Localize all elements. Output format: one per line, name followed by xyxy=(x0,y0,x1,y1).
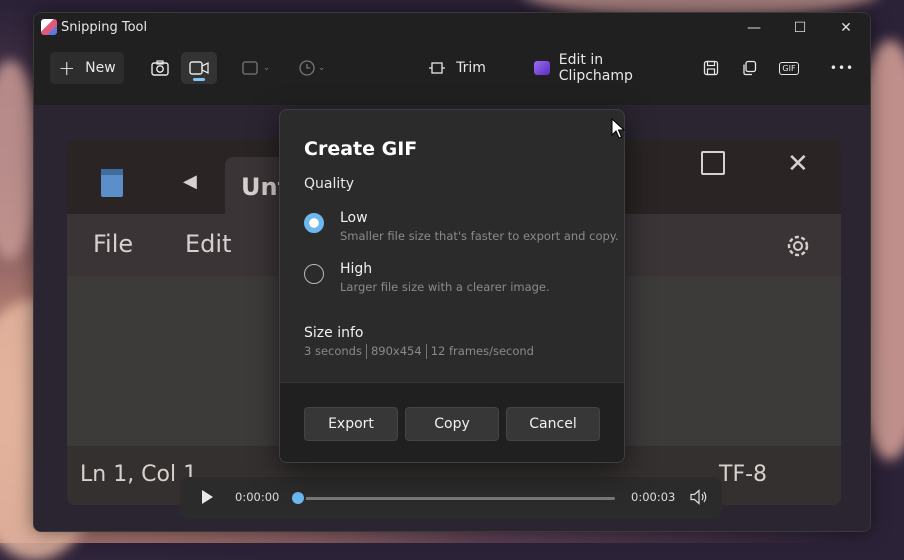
save-icon xyxy=(703,60,719,76)
video-camera-icon xyxy=(189,61,209,75)
notepad-maximize-icon xyxy=(701,151,725,175)
chevron-down-icon: ⌄ xyxy=(317,63,326,73)
trim-button[interactable]: Trim xyxy=(417,52,497,84)
clipchamp-icon xyxy=(534,61,550,75)
video-player-bar: 0:00:00 0:00:03 xyxy=(180,477,722,519)
close-button[interactable]: ✕ xyxy=(823,13,869,43)
cancel-button[interactable]: Cancel xyxy=(506,407,600,441)
video-mode-button[interactable] xyxy=(181,52,217,84)
dialog-footer: Export Copy Cancel xyxy=(280,382,624,462)
mouse-pointer-icon xyxy=(611,117,626,144)
title-bar: Snipping Tool — ☐ ✕ xyxy=(34,13,870,45)
toolbar: + New ⌄ ⌄ Trim Edit in Clipchamp GIF ••• xyxy=(34,45,870,91)
quality-high-label[interactable]: High xyxy=(340,261,372,277)
play-icon[interactable] xyxy=(200,489,214,509)
seek-track[interactable] xyxy=(298,497,615,500)
create-gif-button[interactable]: GIF xyxy=(772,52,806,84)
size-info-duration: 3 seconds xyxy=(304,344,362,358)
snip-shape-dropdown[interactable]: ⌄ xyxy=(236,52,276,84)
size-info-dimensions: 890x454 xyxy=(370,344,422,358)
copy-icon xyxy=(743,60,757,76)
size-info-details: 3 seconds 890x454 12 frames/second xyxy=(304,344,534,359)
quality-high-description: Larger file size with a clearer image. xyxy=(340,280,550,294)
trim-label: Trim xyxy=(456,60,486,76)
trim-icon xyxy=(429,62,446,74)
more-options-button[interactable]: ••• xyxy=(824,52,860,84)
quality-label: Quality xyxy=(304,176,355,192)
notepad-menu-edit: Edit xyxy=(185,230,232,258)
screenshot-mode-button[interactable] xyxy=(142,52,178,84)
seek-thumb[interactable] xyxy=(292,492,304,504)
current-time: 0:00:00 xyxy=(235,490,280,504)
create-gif-dialog: Create GIF Quality Low Smaller file size… xyxy=(279,109,625,463)
quality-low-radio[interactable] xyxy=(304,213,324,233)
new-button[interactable]: + New xyxy=(50,52,124,84)
total-time: 0:00:03 xyxy=(631,490,676,504)
new-button-label: New xyxy=(85,60,116,76)
window-title: Snipping Tool xyxy=(61,20,148,35)
rectangle-snip-icon xyxy=(242,61,258,75)
dialog-title: Create GIF xyxy=(304,138,418,160)
notepad-icon xyxy=(101,169,123,197)
clock-icon xyxy=(299,60,315,76)
maximize-button[interactable]: ☐ xyxy=(777,13,823,43)
camera-icon xyxy=(151,60,169,76)
quality-high-radio[interactable] xyxy=(304,264,324,284)
size-info-separator xyxy=(425,344,427,359)
save-button[interactable] xyxy=(694,52,728,84)
notepad-status-encoding: TF-8 xyxy=(719,462,768,487)
copy-button[interactable] xyxy=(732,52,766,84)
settings-gear-icon xyxy=(784,232,812,264)
snipping-tool-icon xyxy=(41,19,57,35)
copy-gif-button[interactable]: Copy xyxy=(405,407,499,441)
plus-icon: + xyxy=(58,56,76,80)
notepad-close-icon: ✕ xyxy=(787,149,809,179)
minimize-button[interactable]: — xyxy=(731,13,777,43)
size-info-framerate: 12 frames/second xyxy=(430,344,534,358)
export-button[interactable]: Export xyxy=(304,407,398,441)
quality-low-label[interactable]: Low xyxy=(340,210,368,226)
chevron-down-icon: ⌄ xyxy=(262,63,271,73)
back-arrow-icon: ◀ xyxy=(183,171,197,192)
size-info-separator xyxy=(365,344,367,359)
size-info-label: Size info xyxy=(304,325,364,341)
gif-icon: GIF xyxy=(779,61,799,75)
delay-dropdown[interactable]: ⌄ xyxy=(292,52,332,84)
edit-in-clipchamp-button[interactable]: Edit in Clipchamp xyxy=(534,52,680,84)
quality-low-description: Smaller file size that's faster to expor… xyxy=(340,229,619,243)
notepad-menu-file: File xyxy=(93,230,134,258)
clipchamp-label: Edit in Clipchamp xyxy=(558,52,633,84)
volume-icon[interactable] xyxy=(690,489,708,509)
